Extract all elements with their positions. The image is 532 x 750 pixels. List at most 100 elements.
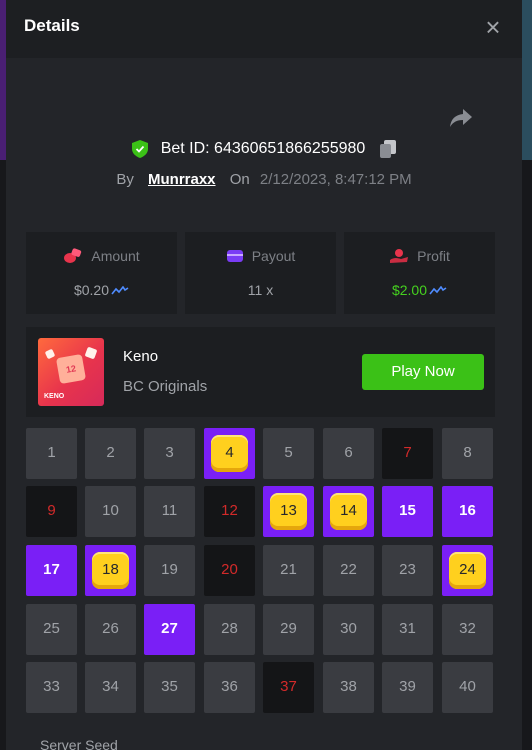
keno-cell: 3	[144, 428, 195, 479]
play-now-button[interactable]: Play Now	[362, 354, 484, 390]
keno-thumbnail[interactable]: 12 KENO	[38, 338, 104, 406]
cell-number: 34	[102, 678, 119, 695]
hand-coins-icon	[390, 249, 409, 263]
keno-cell: 39	[382, 662, 433, 713]
cell-number: 10	[102, 502, 119, 519]
background-banner-right	[522, 0, 532, 160]
keno-cell: 30	[323, 604, 374, 655]
game-name: Keno	[123, 348, 159, 365]
trend-icon[interactable]	[111, 285, 129, 296]
keno-cell: 5	[263, 428, 314, 479]
keno-cell: 4	[204, 428, 255, 479]
stat-profit: Profit $2.00	[344, 232, 495, 314]
gem-icon: 14	[330, 493, 367, 530]
bet-id-text: Bet ID: 64360651866255980	[160, 140, 366, 157]
keno-cell: 22	[323, 545, 374, 596]
cell-number: 35	[161, 678, 178, 695]
bet-datetime: 2/12/2023, 8:47:12 PM	[259, 171, 412, 188]
stat-profit-value: $2.00	[391, 282, 428, 298]
cell-number: 17	[43, 561, 60, 578]
cell-number: 11	[161, 502, 178, 519]
keno-cell: 19	[144, 545, 195, 596]
keno-cell: 9	[26, 486, 77, 537]
cell-number: 16	[459, 502, 476, 519]
cell-number: 31	[399, 620, 416, 637]
stat-amount: Amount $0.20	[26, 232, 177, 314]
gem-icon: 18	[92, 552, 129, 589]
keno-cell: 10	[85, 486, 136, 537]
close-icon[interactable]: ×	[480, 14, 506, 40]
keno-cell: 35	[144, 662, 195, 713]
coins-icon	[64, 248, 82, 263]
stat-payout-label: Payout	[251, 248, 296, 264]
cell-number: 1	[47, 444, 56, 461]
cell-number: 33	[43, 678, 60, 695]
cell-number: 21	[280, 561, 297, 578]
keno-cell: 8	[442, 428, 493, 479]
wallet-icon	[226, 250, 243, 262]
verified-shield-icon	[132, 140, 149, 158]
bet-id-row: Bet ID: 64360651866255980	[6, 140, 522, 158]
keno-cell: 31	[382, 604, 433, 655]
cell-number: 12	[221, 502, 238, 519]
cell-number: 39	[399, 678, 416, 695]
cell-number: 8	[463, 444, 472, 461]
thumb-label: KENO	[44, 393, 65, 400]
keno-cell: 36	[204, 662, 255, 713]
cell-number: 20	[221, 561, 238, 578]
keno-cell: 18	[85, 545, 136, 596]
cell-number: 27	[161, 620, 178, 637]
cell-number: 38	[340, 678, 357, 695]
gem-icon: 13	[270, 493, 307, 530]
keno-cell: 20	[204, 545, 255, 596]
cell-number: 15	[399, 502, 416, 519]
cell-number: 40	[459, 678, 476, 695]
cell-number: 30	[340, 620, 357, 637]
cell-number: 29	[280, 620, 297, 637]
cell-number: 3	[165, 444, 174, 461]
bet-author-row: By Munrraxx On 2/12/2023, 8:47:12 PM	[6, 171, 522, 188]
stat-amount-label: Amount	[91, 248, 140, 264]
keno-cell: 6	[323, 428, 374, 479]
keno-cell: 32	[442, 604, 493, 655]
share-icon[interactable]	[448, 106, 474, 130]
keno-cell: 28	[204, 604, 255, 655]
cell-number: 28	[221, 620, 238, 637]
cell-number: 25	[43, 620, 60, 637]
cell-number: 37	[280, 678, 297, 695]
cell-number: 19	[161, 561, 178, 578]
modal-title: Details	[24, 16, 80, 35]
by-label: By	[116, 171, 134, 188]
cell-number: 9	[47, 502, 56, 519]
keno-cell: 12	[204, 486, 255, 537]
cell-number: 7	[403, 444, 412, 461]
keno-cell: 34	[85, 662, 136, 713]
keno-cell: 1	[26, 428, 77, 479]
cell-number: 5	[284, 444, 293, 461]
keno-cell: 13	[263, 486, 314, 537]
keno-cell: 23	[382, 545, 433, 596]
keno-cell: 2	[85, 428, 136, 479]
gem-icon: 4	[211, 435, 248, 472]
keno-cell: 14	[323, 486, 374, 537]
keno-cell: 11	[144, 486, 195, 537]
user-link[interactable]: Munrraxx	[148, 171, 216, 188]
game-card: 12 KENO Keno BC Originals Play Now	[26, 327, 495, 417]
keno-cell: 25	[26, 604, 77, 655]
keno-grid: 1 2 3 4 5 6 7 8 9 10 11 12 13 14 15 16 17 18 19 20 21 22 23 24 2…	[26, 428, 496, 718]
keno-cell: 29	[263, 604, 314, 655]
keno-cell: 17	[26, 545, 77, 596]
copy-icon[interactable]	[379, 140, 396, 158]
keno-cell: 40	[442, 662, 493, 713]
cell-number: 32	[459, 620, 476, 637]
keno-cell: 21	[263, 545, 314, 596]
keno-cell: 24	[442, 545, 493, 596]
cell-number: 26	[102, 620, 119, 637]
keno-cell: 37	[263, 662, 314, 713]
cell-number: 23	[399, 561, 416, 578]
stat-amount-value: $0.20	[73, 282, 110, 298]
modal-header: Details ×	[6, 0, 522, 58]
server-seed-label: Server Seed	[40, 737, 118, 750]
stat-payout-value: 11 x	[247, 282, 274, 298]
trend-icon[interactable]	[429, 285, 447, 296]
